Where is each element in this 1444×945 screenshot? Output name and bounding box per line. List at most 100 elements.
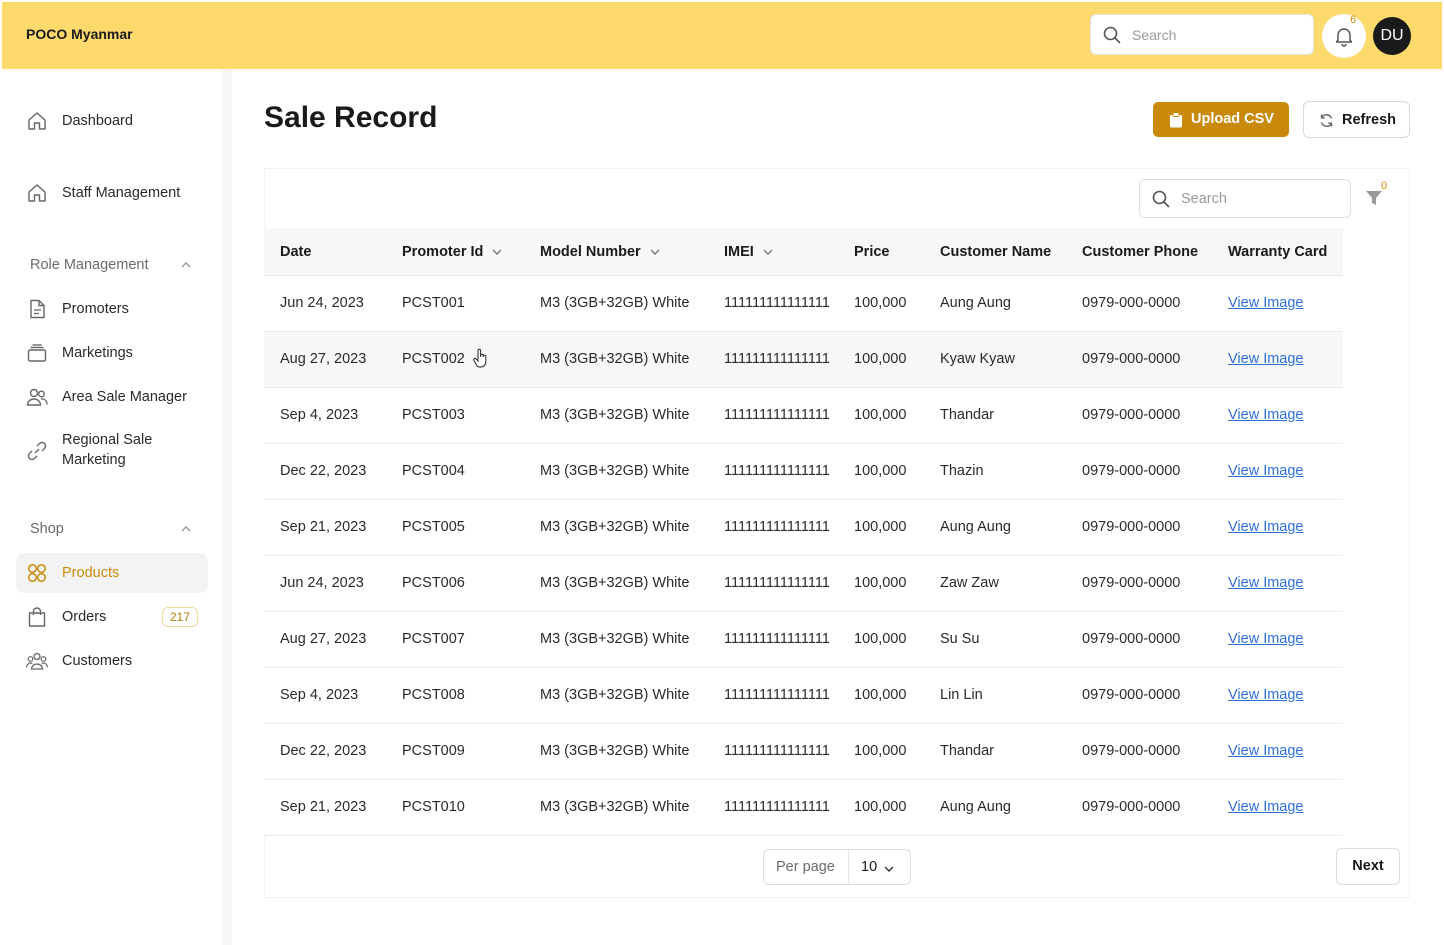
- column-header-date[interactable]: Date: [280, 244, 311, 260]
- cell-customer-name: Thazin: [940, 463, 984, 479]
- cell-model-number: M3 (3GB+32GB) White: [540, 295, 690, 311]
- group-icon: [26, 652, 48, 670]
- cell-model-number: M3 (3GB+32GB) White: [540, 799, 690, 815]
- table-row[interactable]: Sep 4, 2023 PCST003 M3 (3GB+32GB) White …: [264, 388, 1343, 444]
- notification-count-badge: 6: [1350, 14, 1357, 26]
- table-row[interactable]: Sep 21, 2023 PCST010 M3 (3GB+32GB) White…: [264, 780, 1343, 836]
- chevron-down-icon[interactable]: [762, 246, 774, 258]
- column-header-imei[interactable]: IMEI: [724, 244, 774, 260]
- section-shop[interactable]: Shop: [30, 521, 64, 537]
- chevron-down-icon[interactable]: [491, 246, 503, 258]
- cell-model-number: M3 (3GB+32GB) White: [540, 687, 690, 703]
- document-icon: [30, 299, 45, 319]
- table-row[interactable]: Jun 24, 2023 PCST006 M3 (3GB+32GB) White…: [264, 556, 1343, 612]
- cell-date: Aug 27, 2023: [280, 631, 367, 647]
- table-row[interactable]: Dec 22, 2023 PCST009 M3 (3GB+32GB) White…: [264, 724, 1343, 780]
- sidebar-item-label: Dashboard: [62, 113, 133, 129]
- sidebar-item-orders[interactable]: Orders 217: [16, 597, 208, 637]
- chevron-up-icon[interactable]: [180, 523, 192, 535]
- orders-count-badge: 217: [162, 607, 198, 627]
- chevron-down-icon[interactable]: [649, 246, 661, 258]
- header-search-placeholder: Search: [1132, 27, 1177, 43]
- view-image-link[interactable]: View Image: [1228, 687, 1304, 703]
- cell-imei: 111111111111111: [724, 351, 830, 367]
- cell-model-number: M3 (3GB+32GB) White: [540, 743, 690, 759]
- cell-price: 100,000: [854, 295, 907, 311]
- view-image-link[interactable]: View Image: [1228, 519, 1304, 535]
- table-search-input[interactable]: Search: [1139, 179, 1351, 218]
- view-image-link[interactable]: View Image: [1228, 799, 1304, 815]
- cell-customer-name: Thandar: [940, 407, 995, 423]
- view-image-link[interactable]: View Image: [1228, 743, 1304, 759]
- column-header-model-number[interactable]: Model Number: [540, 244, 661, 260]
- sidebar-item-promoters[interactable]: Promoters: [16, 289, 208, 329]
- sidebar-item-dashboard[interactable]: Dashboard: [16, 101, 208, 141]
- cell-customer-name: Thandar: [940, 743, 995, 759]
- upload-csv-button[interactable]: Upload CSV: [1153, 102, 1289, 137]
- column-header-promoter-id[interactable]: Promoter Id: [402, 244, 503, 260]
- view-image-link[interactable]: View Image: [1228, 463, 1304, 479]
- sidebar-item-customers[interactable]: Customers: [16, 641, 208, 681]
- cell-date: Sep 4, 2023: [280, 687, 359, 703]
- user-avatar[interactable]: DU: [1373, 17, 1411, 55]
- column-header-price[interactable]: Price: [854, 244, 889, 260]
- cell-customer-phone: 0979-000-0000: [1082, 575, 1181, 591]
- column-header-customer-phone[interactable]: Customer Phone: [1082, 244, 1198, 260]
- cell-price: 100,000: [854, 407, 907, 423]
- sidebar-item-products[interactable]: Products: [16, 553, 208, 593]
- header-search-input[interactable]: Search: [1090, 14, 1314, 55]
- cell-promoter-id: PCST006: [402, 575, 465, 591]
- brand-title: POCO Myanmar: [26, 26, 133, 42]
- per-page-divider: [848, 850, 849, 884]
- cell-price: 100,000: [854, 575, 907, 591]
- cell-imei: 111111111111111: [724, 575, 830, 591]
- cell-date: Jun 24, 2023: [280, 295, 364, 311]
- column-header-customer-name[interactable]: Customer Name: [940, 244, 1051, 260]
- cell-customer-phone: 0979-000-0000: [1082, 519, 1181, 535]
- stack-icon: [27, 344, 47, 362]
- refresh-icon: [1320, 114, 1333, 127]
- table-row[interactable]: Jun 24, 2023 PCST001 M3 (3GB+32GB) White…: [264, 276, 1343, 332]
- table-row[interactable]: Sep 4, 2023 PCST008 M3 (3GB+32GB) White …: [264, 668, 1343, 724]
- cell-imei: 111111111111111: [724, 687, 830, 703]
- cell-date: Jun 24, 2023: [280, 575, 364, 591]
- cell-price: 100,000: [854, 351, 907, 367]
- view-image-link[interactable]: View Image: [1228, 407, 1304, 423]
- view-image-link[interactable]: View Image: [1228, 631, 1304, 647]
- notifications-button[interactable]: [1322, 14, 1366, 58]
- table-row[interactable]: Aug 27, 2023 PCST007 M3 (3GB+32GB) White…: [264, 612, 1343, 668]
- cell-imei: 111111111111111: [724, 631, 830, 647]
- view-image-link[interactable]: View Image: [1228, 295, 1304, 311]
- table-row[interactable]: Aug 27, 2023 PCST002 M3 (3GB+32GB) White…: [264, 332, 1343, 388]
- sidebar-item-marketings[interactable]: Marketings: [16, 333, 208, 373]
- chevron-up-icon[interactable]: [180, 259, 192, 271]
- next-page-button[interactable]: Next: [1336, 848, 1400, 885]
- cell-promoter-id: PCST008: [402, 687, 465, 703]
- cell-date: Sep 4, 2023: [280, 407, 359, 423]
- cell-customer-name: Aung Aung: [940, 519, 1011, 535]
- per-page-select[interactable]: Per page 10: [763, 849, 911, 885]
- cell-customer-name: Kyaw Kyaw: [940, 351, 1015, 367]
- view-image-link[interactable]: View Image: [1228, 351, 1304, 367]
- grid-icon: [27, 563, 47, 583]
- search-icon: [1103, 26, 1121, 44]
- cell-model-number: M3 (3GB+32GB) White: [540, 631, 690, 647]
- cell-price: 100,000: [854, 687, 907, 703]
- section-role-management[interactable]: Role Management: [30, 257, 149, 273]
- cell-date: Aug 27, 2023: [280, 351, 367, 367]
- sidebar-item-area-sale-manager[interactable]: Area Sale Manager: [16, 377, 208, 417]
- sidebar-item-staff-management[interactable]: Staff Management: [16, 173, 208, 213]
- cell-promoter-id: PCST001: [402, 295, 465, 311]
- filter-count-badge: 0: [1381, 180, 1388, 192]
- users-icon: [26, 388, 48, 406]
- column-header-warranty-card[interactable]: Warranty Card: [1228, 244, 1327, 260]
- table-row[interactable]: Sep 21, 2023 PCST005 M3 (3GB+32GB) White…: [264, 500, 1343, 556]
- sidebar-item-label: Area Sale Manager: [62, 389, 187, 405]
- bag-icon: [28, 607, 46, 627]
- cell-model-number: M3 (3GB+32GB) White: [540, 407, 690, 423]
- cell-customer-phone: 0979-000-0000: [1082, 799, 1181, 815]
- table-row[interactable]: Dec 22, 2023 PCST004 M3 (3GB+32GB) White…: [264, 444, 1343, 500]
- refresh-button[interactable]: Refresh: [1303, 101, 1410, 138]
- sidebar-item-regional-sale-marketing[interactable]: Regional Sale Marketing: [16, 428, 208, 476]
- view-image-link[interactable]: View Image: [1228, 575, 1304, 591]
